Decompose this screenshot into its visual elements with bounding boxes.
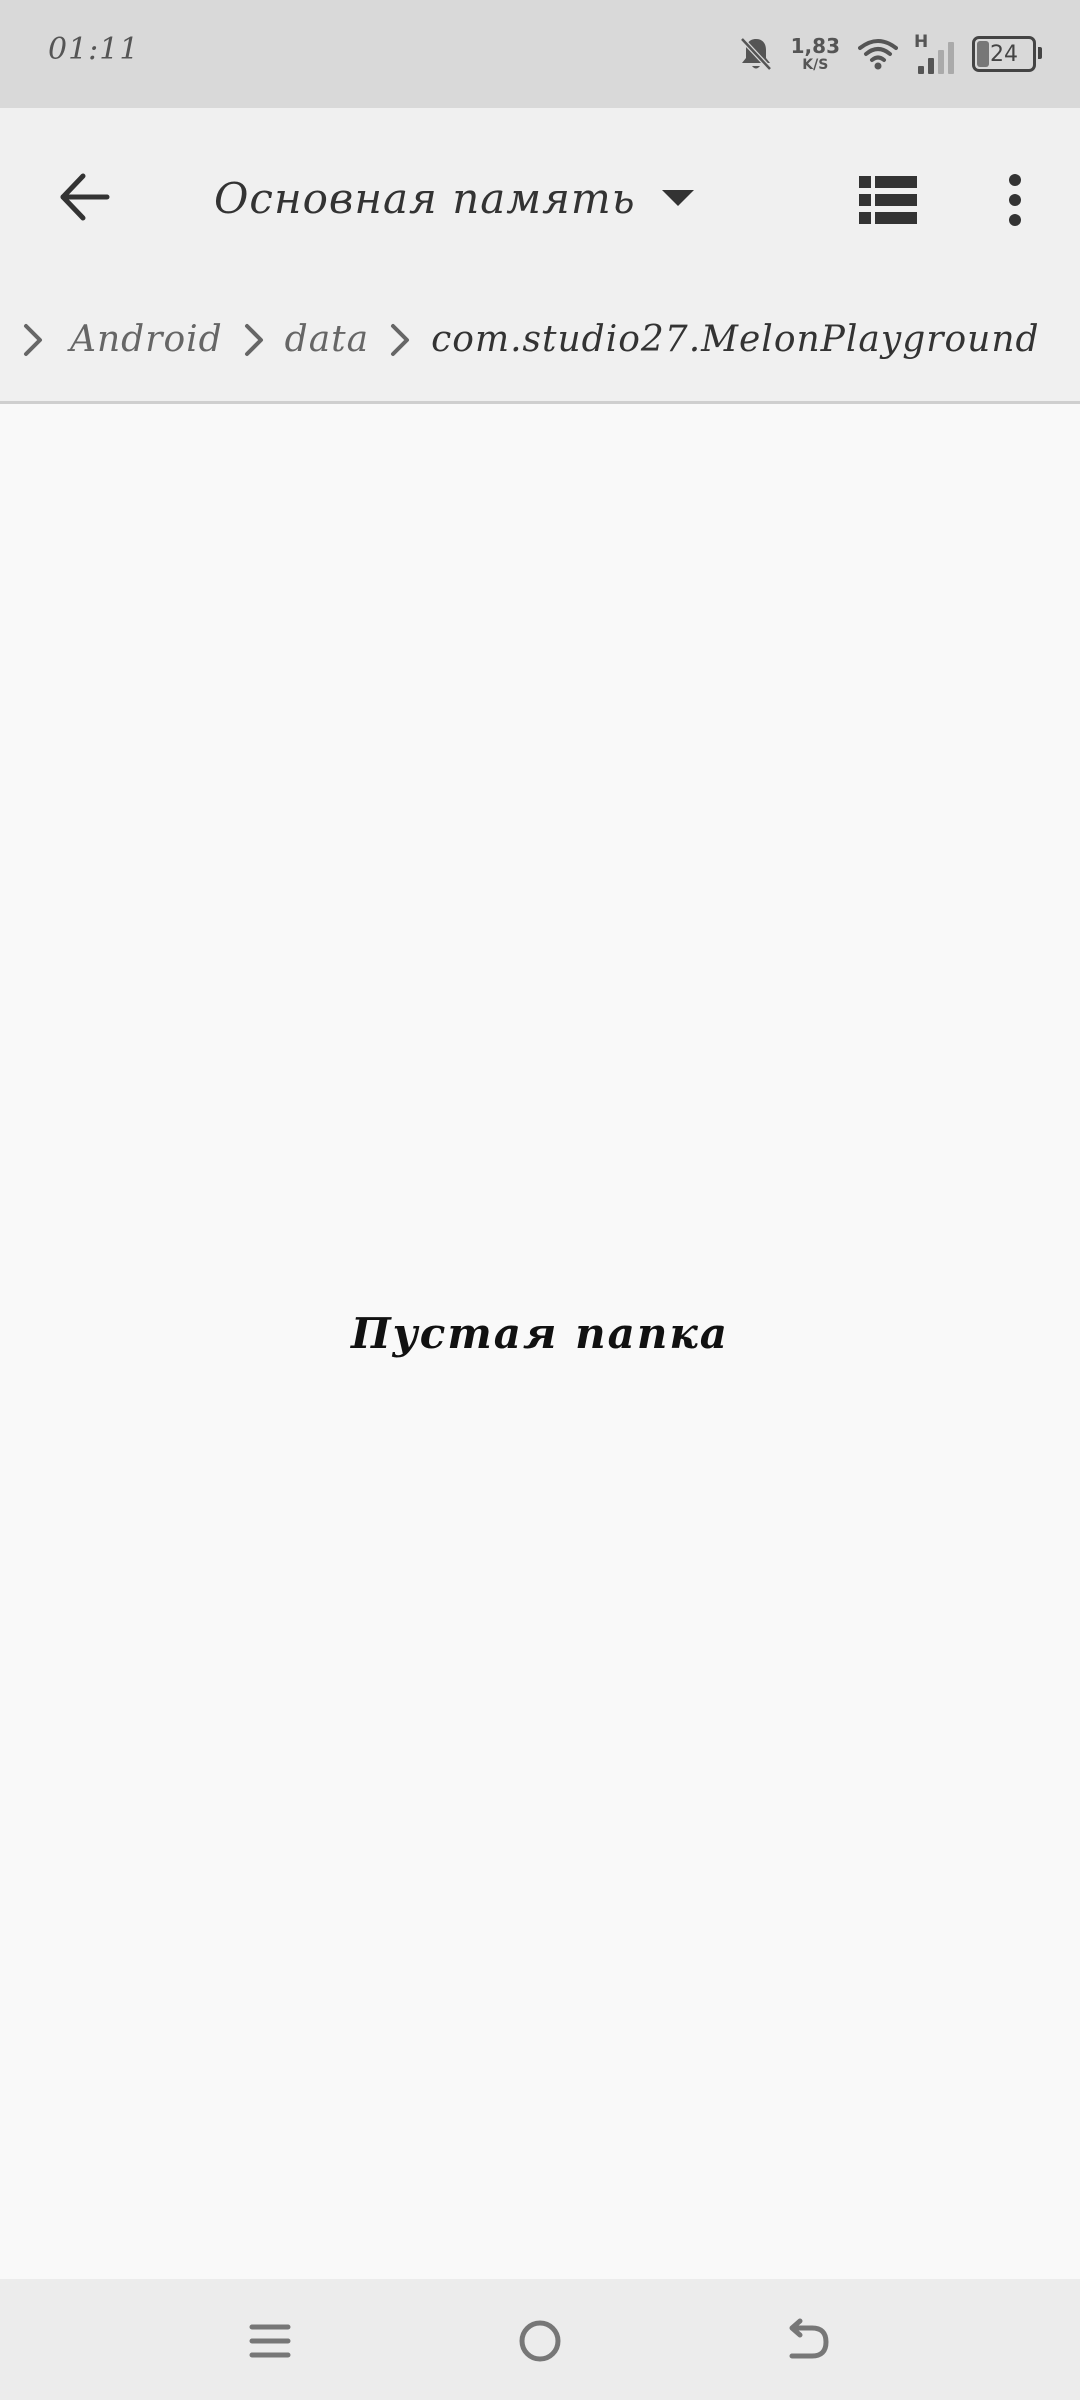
battery-percent: 24: [990, 41, 1018, 67]
list-view-icon: [859, 176, 917, 224]
breadcrumb-item-data[interactable]: data: [285, 319, 369, 360]
empty-folder-message: Пустая папка: [350, 1309, 729, 1358]
view-mode-button[interactable]: [852, 164, 924, 236]
wifi-icon: [858, 38, 898, 70]
breadcrumb-item-android[interactable]: Android: [70, 319, 223, 360]
bell-off-icon: [739, 36, 773, 72]
back-button[interactable]: [40, 152, 130, 242]
chevron-right-icon: [389, 322, 411, 358]
signal-icon: H: [914, 32, 954, 74]
network-type: H: [914, 32, 929, 52]
breadcrumb: Android data com.studio27.MelonPlaygroun…: [0, 278, 1080, 404]
network-speed-unit: K/S: [802, 57, 829, 73]
home-icon: [519, 2320, 561, 2362]
status-time: 01:11: [48, 32, 140, 67]
chevron-right-icon: [22, 322, 44, 358]
file-list-area: Пустая папка: [0, 407, 1080, 2279]
menu-icon: [249, 2324, 291, 2358]
more-vertical-icon: [1009, 174, 1021, 226]
arrow-left-icon: [60, 173, 110, 221]
status-icons: 1,83 K/S H 24: [739, 28, 1042, 80]
network-speed: 1,83 K/S: [791, 36, 840, 72]
breadcrumb-item-current[interactable]: com.studio27.MelonPlayground: [431, 319, 1039, 360]
system-back-button[interactable]: [776, 2309, 840, 2373]
status-bar: 01:11 1,83 K/S H 24: [0, 0, 1080, 108]
battery-icon: 24: [972, 36, 1042, 72]
network-speed-value: 1,83: [790, 34, 840, 58]
navigation-bar: [0, 2279, 1080, 2400]
home-button[interactable]: [508, 2309, 572, 2373]
recent-apps-button[interactable]: [238, 2309, 302, 2373]
back-icon: [789, 2318, 829, 2359]
more-options-button[interactable]: [990, 164, 1040, 236]
caret-down-icon: [661, 188, 694, 208]
chevron-right-icon: [243, 322, 265, 358]
app-bar: Основная память: [0, 108, 1080, 278]
page-title: Основная память: [214, 173, 636, 223]
storage-selector[interactable]: Основная память: [214, 158, 694, 238]
